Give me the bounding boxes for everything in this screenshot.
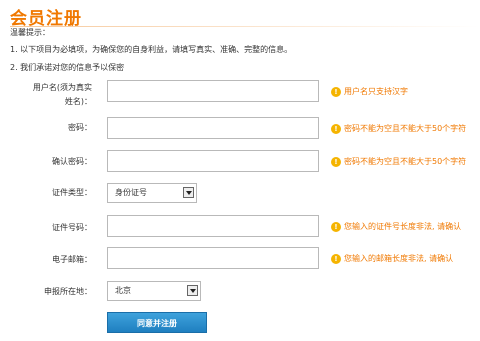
email-hint-text: 您输入的邮箱长度非法, 请确认 xyxy=(344,254,454,263)
confirm-password-label: 确认密码： xyxy=(52,157,92,166)
id-number-hint: ! 您输入的证件号长度非法, 请确认 xyxy=(331,221,461,232)
chevron-down-icon[interactable] xyxy=(187,285,198,296)
confirm-password-hint-text: 密码不能为空且不能大于50个字符 xyxy=(344,157,467,166)
email-hint: ! 您输入的邮箱长度非法, 请确认 xyxy=(331,253,453,264)
id-type-select[interactable]: 身份证号 xyxy=(107,183,197,203)
warning-circle-icon: ! xyxy=(331,123,341,134)
id-type-selected: 身份证号 xyxy=(115,188,147,197)
password-hint-text: 密码不能为空且不能大于50个字符 xyxy=(344,124,467,133)
warning-circle-icon: ! xyxy=(331,86,341,97)
email-label: 电子邮箱： xyxy=(52,255,92,264)
notice-line-1: 1. 以下项目为必填项，为确保您的自身利益，请填写真实、准确、完整的信息。 xyxy=(10,45,293,54)
region-selected: 北京 xyxy=(115,286,131,295)
id-number-input[interactable] xyxy=(107,215,319,237)
password-hint: ! 密码不能为空且不能大于50个字符 xyxy=(331,123,466,134)
id-number-label: 证件号码： xyxy=(52,223,92,232)
warning-circle-icon: ! xyxy=(331,221,341,232)
warning-circle-icon: ! xyxy=(331,156,341,167)
id-type-label: 证件类型： xyxy=(52,188,92,197)
agree-register-button[interactable]: 同意并注册 xyxy=(107,312,207,333)
title-divider xyxy=(10,26,480,27)
chevron-down-icon[interactable] xyxy=(183,187,194,198)
notice-heading: 温馨提示： xyxy=(10,28,50,37)
email-input[interactable] xyxy=(107,247,319,269)
username-label-line2: 姓名)： xyxy=(64,97,92,106)
password-input[interactable] xyxy=(107,117,319,139)
username-hint-text: 用户名只支持汉字 xyxy=(344,87,408,96)
username-label-line1: 用户名(须为真实 xyxy=(32,83,92,92)
region-label: 申报所在地： xyxy=(44,287,92,296)
region-select[interactable]: 北京 xyxy=(107,281,201,301)
warning-circle-icon: ! xyxy=(331,253,341,264)
confirm-password-hint: ! 密码不能为空且不能大于50个字符 xyxy=(331,156,466,167)
notice-line-2: 2. 我们承诺对您的信息予以保密 xyxy=(10,63,125,72)
password-label: 密码： xyxy=(68,123,92,132)
confirm-password-input[interactable] xyxy=(107,150,319,172)
username-input[interactable] xyxy=(107,80,319,102)
id-number-hint-text: 您输入的证件号长度非法, 请确认 xyxy=(344,222,462,231)
username-hint: ! 用户名只支持汉字 xyxy=(331,86,408,97)
username-label: 用户名(须为真实 姓名)： xyxy=(0,81,92,109)
